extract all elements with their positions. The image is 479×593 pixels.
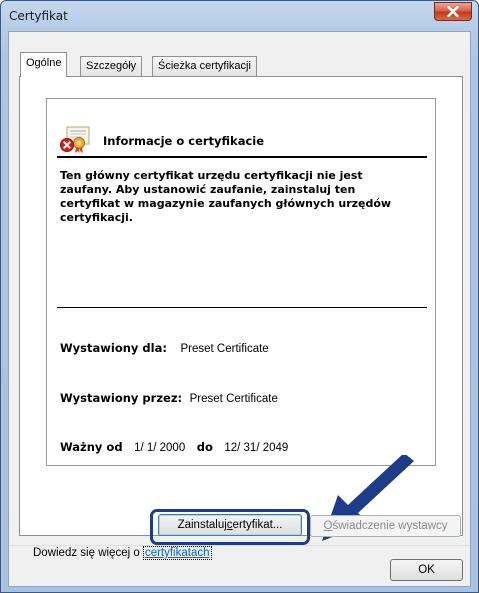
- title-bar[interactable]: Certyfikat: [1, 1, 478, 31]
- warning-line: certyfikat w magazynie zaufanych głównyc…: [60, 197, 392, 210]
- statement-button-mnemonic: O: [323, 520, 333, 532]
- issued-by-row: Wystawiony przez: Preset Certificate: [60, 391, 278, 405]
- valid-from-value: 1/ 1/ 2000: [134, 442, 186, 454]
- close-button[interactable]: [434, 2, 472, 21]
- tab-panel-general: Informacje o certyfikacie Ten główny cer…: [19, 76, 463, 560]
- certificate-window: Certyfikat Ogólne Szczegóły Ścieżka cert…: [0, 0, 479, 593]
- trust-warning-text: Ten główny certyfikat urzędu certyfikacj…: [60, 169, 420, 225]
- warning-line: zaufany. Aby ustanowić zaufanie, zainsta…: [60, 183, 356, 196]
- tab-general[interactable]: Ogólne: [20, 52, 68, 77]
- valid-from-label: Ważny od: [60, 440, 123, 454]
- issuer-statement-button[interactable]: Oświadczenie wystawcy: [310, 515, 461, 537]
- tab-details[interactable]: Szczegóły: [80, 56, 143, 76]
- issued-to-label: Wystawiony dla:: [60, 341, 167, 355]
- learn-more-prefix: Dowiedz się więcej o: [33, 547, 143, 559]
- close-icon: [447, 6, 459, 17]
- valid-to-label: do: [196, 440, 213, 454]
- certificate-info-panel: Informacje o certyfikacie Ten główny cer…: [46, 98, 436, 466]
- issued-to-row: Wystawiony dla: Preset Certificate: [60, 341, 269, 355]
- valid-to-value: 12/ 31/ 2049: [224, 442, 289, 454]
- install-button-label: Zainstaluj: [177, 519, 227, 531]
- issued-to-value: Preset Certificate: [180, 343, 269, 355]
- details-separator: [57, 307, 427, 308]
- statement-button-label: świadczenie wystawcy: [332, 520, 448, 532]
- dialog-body: Ogólne Szczegóły Ścieżka certyfikacji In…: [8, 31, 471, 587]
- validity-row: Ważny od 1/ 1/ 2000 do 12/ 31/ 2049: [60, 440, 296, 454]
- issued-by-label: Wystawiony przez:: [60, 391, 183, 405]
- certificate-error-icon: [60, 126, 90, 153]
- warning-line: certyfikacji.: [60, 211, 133, 224]
- learn-more-link[interactable]: certyfikatach: [142, 546, 212, 560]
- annotation-arrow-icon: [322, 455, 414, 541]
- footer-divider: [9, 545, 470, 546]
- window-title: Certyfikat: [9, 9, 68, 23]
- learn-more-text: Dowiedz się więcej o certyfikatach: [33, 546, 212, 560]
- install-button-label-rest: ertyfikat...: [232, 519, 283, 531]
- ok-button[interactable]: OK: [390, 559, 463, 581]
- title-separator: [57, 156, 427, 158]
- install-certificate-button[interactable]: Zainstaluj c ertyfikat...: [158, 514, 302, 536]
- issued-by-value: Preset Certificate: [189, 393, 278, 405]
- tab-certification-path[interactable]: Ścieżka certyfikacji: [152, 56, 257, 76]
- info-title: Informacje o certyfikacie: [103, 134, 265, 148]
- warning-line: Ten główny certyfikat urzędu certyfikacj…: [60, 169, 363, 182]
